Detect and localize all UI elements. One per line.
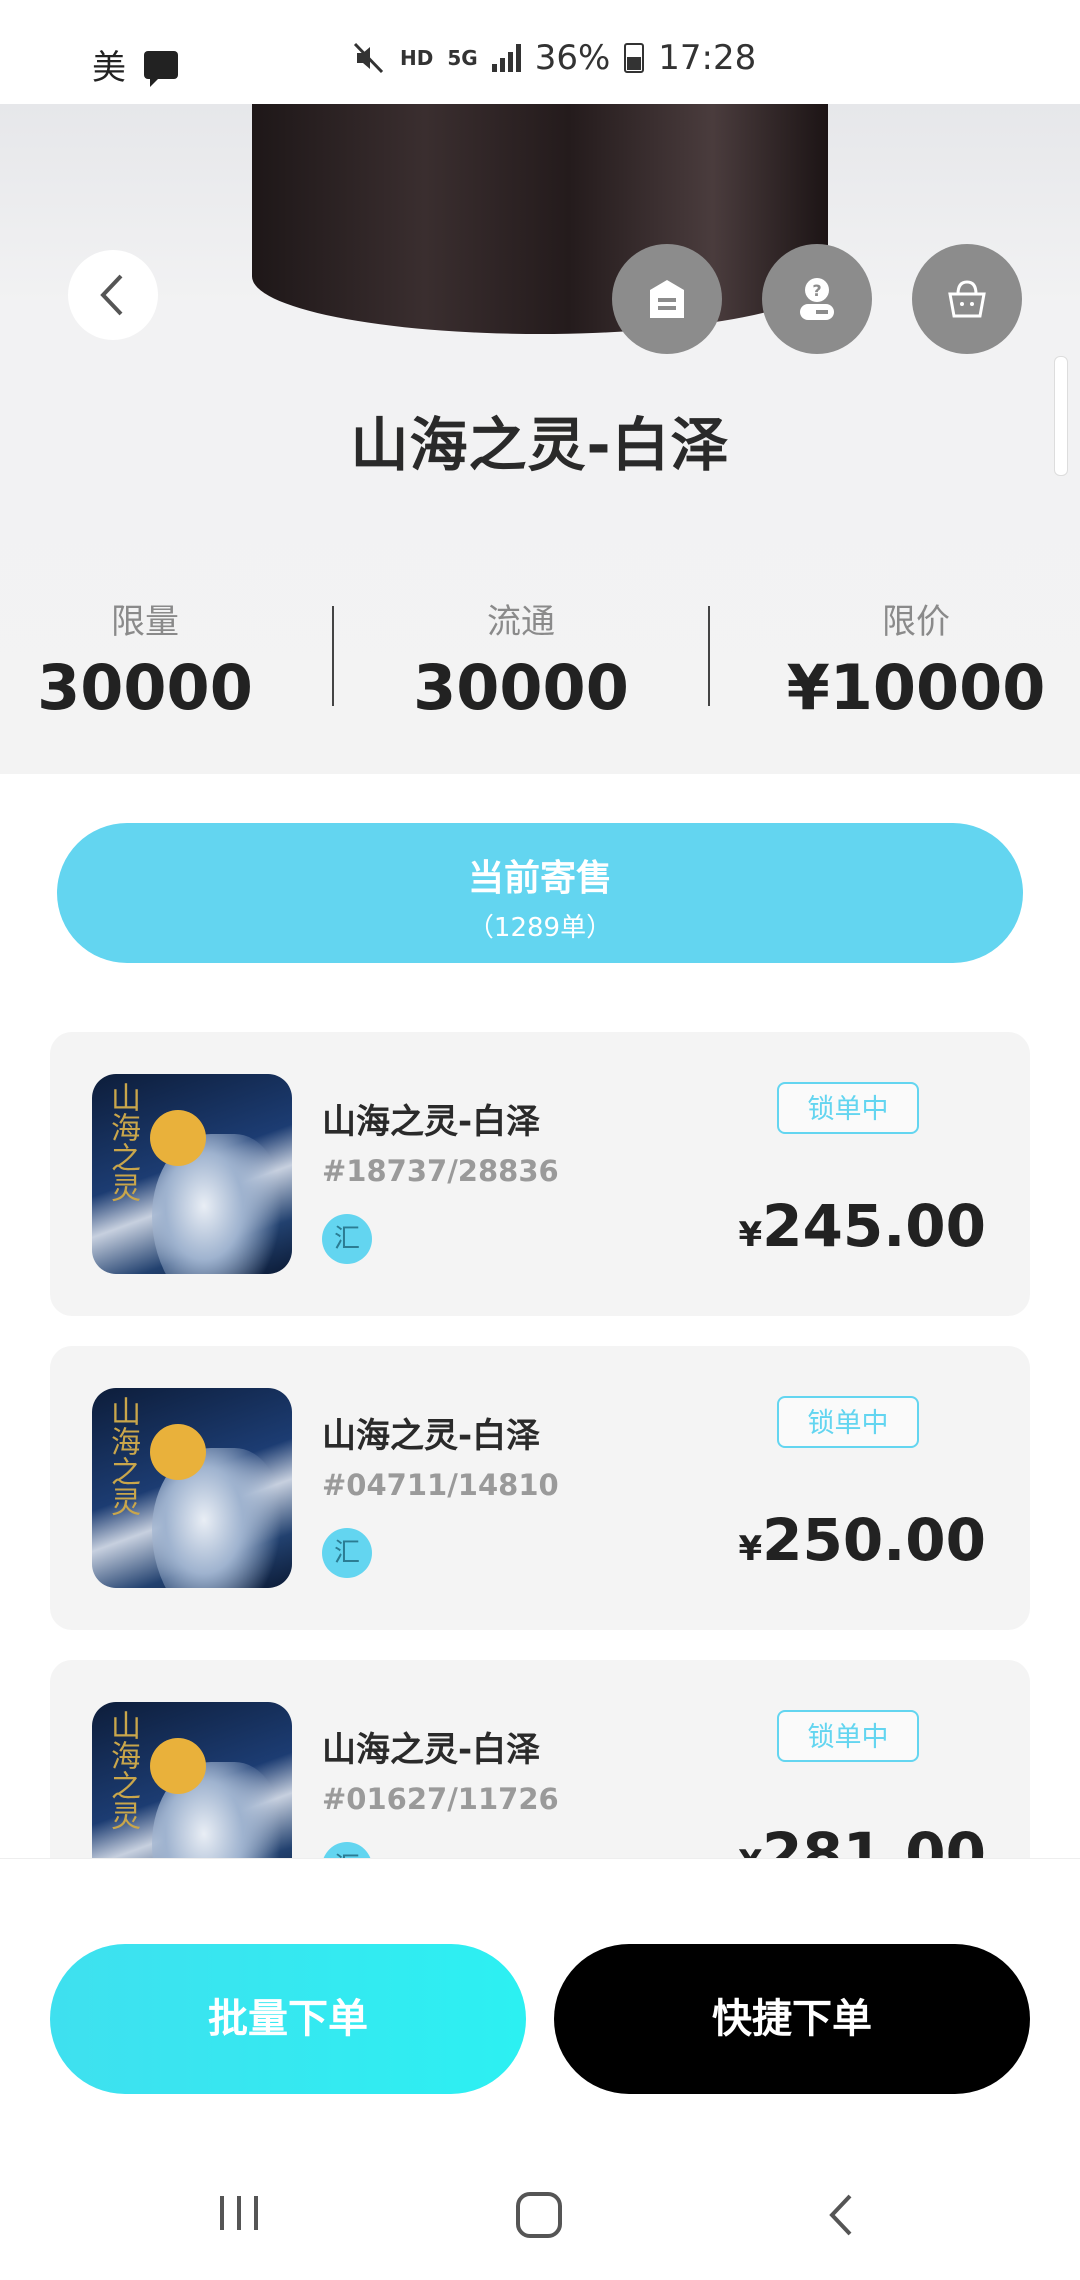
basket-icon — [948, 280, 986, 318]
price-currency: ¥ — [738, 1529, 763, 1569]
listing-serial: #04711/14810 — [322, 1468, 559, 1502]
back-nav-icon[interactable] — [822, 2190, 862, 2240]
listing-card[interactable]: 山海之灵 山海之灵-白泽 #18737/28836 汇 锁单中 ¥245.00 — [50, 1032, 1030, 1316]
chevron-left-icon — [100, 274, 123, 316]
stat-divider — [708, 606, 710, 706]
hd-indicator: HD — [400, 46, 434, 70]
stat-label: 限量 — [111, 602, 179, 642]
listing-name: 山海之灵-白泽 — [322, 1416, 541, 1456]
listing-price: ¥281.00 — [739, 1820, 987, 1858]
platform-badge: 汇 — [322, 1214, 372, 1264]
thumbnail-text: 山海之灵 — [105, 1082, 140, 1202]
stat-label: 限价 — [882, 602, 950, 642]
stat-value: 30000 — [37, 651, 253, 724]
status-right: HD 5G 36% 17:28 — [352, 38, 756, 78]
network-indicator: 5G — [447, 46, 478, 70]
price-amount: 250.00 — [762, 1506, 986, 1574]
status-bar: 美 HD 5G 36% 17:28 — [0, 0, 1080, 104]
listing-price: ¥245.00 — [739, 1192, 987, 1260]
lock-status-badge: 锁单中 — [777, 1710, 919, 1762]
mute-icon — [353, 42, 384, 74]
consignment-count: （1289单） — [467, 913, 613, 943]
quick-order-button[interactable]: 快捷下单 — [554, 1944, 1030, 2094]
listing-name: 山海之灵-白泽 — [322, 1102, 541, 1142]
price-currency: ¥ — [738, 1215, 763, 1255]
stat-value: ¥10000 — [786, 651, 1046, 724]
price-amount: 281.00 — [762, 1820, 986, 1858]
consignment-label: 当前寄售 — [467, 858, 612, 899]
batch-order-button[interactable]: 批量下单 — [50, 1944, 526, 2094]
battery-icon — [624, 43, 645, 73]
battery-percent: 36% — [534, 38, 611, 78]
listing-card[interactable]: 山海之灵 山海之灵-白泽 #04711/14810 汇 锁单中 ¥250.00 — [50, 1346, 1030, 1630]
system-nav-bar — [0, 2150, 1080, 2280]
listing-list[interactable]: 山海之灵 山海之灵-白泽 #18737/28836 汇 锁单中 ¥245.00 … — [0, 1000, 1080, 1858]
stats-row: 限量 30000 流通 30000 限价 ¥10000 — [0, 594, 1080, 744]
listing-card[interactable]: 山海之灵 山海之灵-白泽 #01627/11726 汇 锁单中 ¥281.00 — [50, 1660, 1030, 1858]
thumbnail-text: 山海之灵 — [105, 1396, 140, 1516]
recent-apps-icon[interactable] — [214, 2190, 264, 2236]
clock: 17:28 — [658, 38, 757, 78]
listing-name: 山海之灵-白泽 — [322, 1730, 541, 1770]
home-icon[interactable] — [514, 2190, 566, 2240]
thumbnail-text: 山海之灵 — [105, 1710, 140, 1830]
stat-value: 30000 — [413, 651, 629, 724]
stat-divider — [332, 606, 334, 706]
page-title: 山海之灵-白泽 — [350, 411, 730, 479]
price-currency: ¥ — [739, 1843, 763, 1858]
basket-button[interactable] — [912, 244, 1022, 354]
back-button[interactable] — [68, 250, 158, 340]
listing-serial: #18737/28836 — [322, 1154, 559, 1188]
collectible-image — [252, 104, 828, 334]
stat-price-limit: 限价 ¥10000 — [766, 594, 1066, 724]
platform-badge: 汇 — [322, 1842, 372, 1858]
listing-price: ¥250.00 — [739, 1506, 987, 1574]
svg-text:?: ? — [812, 281, 821, 300]
message-icon — [144, 50, 178, 87]
signal-icon — [491, 44, 521, 72]
status-left: 美 — [92, 40, 178, 89]
help-user-icon: ? — [800, 278, 834, 320]
status-app-text: 美 — [92, 48, 126, 88]
lock-status-badge: 锁单中 — [777, 1396, 919, 1448]
scroll-indicator[interactable] — [1054, 356, 1068, 476]
listing-serial: #01627/11726 — [322, 1782, 559, 1816]
listing-thumbnail: 山海之灵 — [92, 1074, 292, 1274]
lock-status-badge: 锁单中 — [777, 1082, 919, 1134]
stat-limit: 限量 30000 — [20, 594, 270, 724]
platform-badge: 汇 — [322, 1528, 372, 1578]
listing-thumbnail: 山海之灵 — [92, 1702, 292, 1858]
help-button[interactable]: ? — [762, 244, 872, 354]
price-amount: 245.00 — [762, 1192, 986, 1260]
announcement-button[interactable] — [612, 244, 722, 354]
stat-circulation: 流通 30000 — [396, 594, 646, 724]
stat-label: 流通 — [487, 602, 555, 642]
notice-icon — [650, 280, 684, 318]
consignment-tab-button[interactable]: 当前寄售 （1289单） — [57, 823, 1023, 963]
listing-thumbnail: 山海之灵 — [92, 1388, 292, 1588]
